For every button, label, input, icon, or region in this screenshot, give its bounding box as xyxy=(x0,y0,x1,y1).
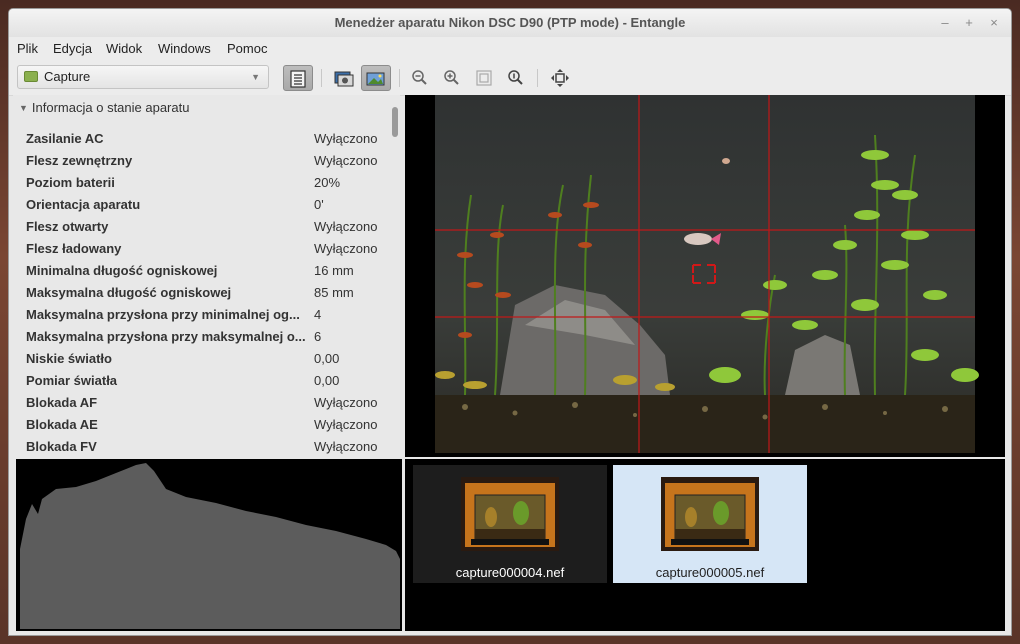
zoom-fit-button[interactable] xyxy=(469,65,499,91)
scrollbar-thumb[interactable] xyxy=(392,107,398,137)
camera-info-title: Informacja o stanie aparatu xyxy=(31,100,190,115)
property-key: Minimalna długość ogniskowej xyxy=(26,263,218,278)
thumbnail-filename: capture000005.nef xyxy=(655,565,765,580)
property-key: Blokada AE xyxy=(26,417,98,432)
fullscreen-icon xyxy=(551,69,569,87)
capture-button[interactable] xyxy=(329,65,359,91)
property-value: Wyłączono xyxy=(314,241,378,256)
property-row: Pomiar światła 0,00 xyxy=(26,370,386,392)
property-value: 6 xyxy=(314,329,322,344)
menu-plik[interactable]: Plik xyxy=(17,37,38,61)
property-row: Maksymalna przysłona przy minimalnej og.… xyxy=(26,304,386,326)
zoom-normal-button[interactable] xyxy=(501,65,531,91)
capture-thumbnail-strip: capture000004.nef capture000005.nef xyxy=(405,459,1005,631)
property-row: Minimalna długość ogniskowej 16 mm xyxy=(26,260,386,282)
property-key: Niskie światło xyxy=(26,351,112,366)
property-value: Wyłączono xyxy=(314,395,378,410)
zoom-in-button[interactable] xyxy=(437,65,467,91)
histogram-graph xyxy=(20,463,400,629)
aquarium-preview-image xyxy=(405,95,1005,457)
property-key: Pomiar światła xyxy=(26,373,118,388)
thumbnail-filename: capture000004.nef xyxy=(455,565,565,580)
property-value: 20% xyxy=(314,175,341,190)
property-key: Poziom baterii xyxy=(26,175,115,190)
property-row: Maksymalna przysłona przy maksymalnej o.… xyxy=(26,326,386,348)
preview-icon xyxy=(366,72,385,86)
property-row: Maksymalna długość ogniskowej 85 mm xyxy=(26,282,386,304)
property-value: 4 xyxy=(314,307,322,322)
property-value: Wyłączono xyxy=(314,417,378,432)
minimize-button[interactable]: – xyxy=(935,13,955,33)
property-row: Blokada AE Wyłączono xyxy=(26,414,386,436)
live-preview[interactable] xyxy=(405,95,1005,457)
camera-info-expander[interactable]: ▼ Informacja o stanie aparatu xyxy=(19,99,189,117)
property-row: Poziom baterii 20% xyxy=(26,172,386,194)
property-value: 0,00 xyxy=(314,373,340,388)
zoom-normal-icon xyxy=(508,70,523,85)
info-scrollbar[interactable] xyxy=(391,101,399,453)
menu-pomoc[interactable]: Pomoc xyxy=(227,37,267,61)
entangle-window: Menedżer aparatu Nikon DSC D90 (PTP mode… xyxy=(8,8,1012,636)
property-value: 0' xyxy=(314,197,324,212)
property-value: Wyłączono xyxy=(314,131,378,146)
thumbnail-image xyxy=(661,477,759,551)
settings-panel-button[interactable] xyxy=(283,65,313,91)
property-row: Orientacja aparatu 0' xyxy=(26,194,386,216)
property-row: Blokada AF Wyłączono xyxy=(26,392,386,414)
menu-widok[interactable]: Widok xyxy=(106,37,142,61)
property-row: Flesz ładowany Wyłączono xyxy=(26,238,386,260)
property-row: Flesz otwarty Wyłączono xyxy=(26,216,386,238)
property-key: Zasilanie AC xyxy=(26,131,104,146)
zoom-in-icon xyxy=(444,70,459,85)
property-value: Wyłączono xyxy=(314,219,378,234)
thumbnail-image xyxy=(461,477,559,551)
thumbnail-item[interactable]: capture000004.nef xyxy=(413,465,607,583)
property-key: Orientacja aparatu xyxy=(26,197,141,212)
title-bar[interactable]: Menedżer aparatu Nikon DSC D90 (PTP mode… xyxy=(9,9,1011,38)
property-row: Flesz zewnętrzny Wyłączono xyxy=(26,150,386,172)
thumbnail-item-selected[interactable]: capture000005.nef xyxy=(613,465,807,583)
session-combo[interactable]: Capture ▼ xyxy=(17,65,269,89)
chevron-down-icon: ▼ xyxy=(251,72,260,82)
session-combo-value: Capture xyxy=(44,69,91,84)
property-key: Flesz otwarty xyxy=(26,219,109,234)
toolbar: Capture ▼ xyxy=(9,61,1011,96)
property-value: 16 mm xyxy=(314,263,354,278)
property-key: Flesz zewnętrzny xyxy=(26,153,133,168)
property-row: Blokada FV Wyłączono xyxy=(26,436,386,455)
histogram xyxy=(16,459,402,631)
zoom-out-button[interactable] xyxy=(405,65,435,91)
property-key: Maksymalna przysłona przy minimalnej og.… xyxy=(26,307,300,322)
property-value: 0,00 xyxy=(314,351,340,366)
property-key: Maksymalna długość ogniskowej xyxy=(26,285,232,300)
menu-edycja[interactable]: Edycja xyxy=(53,37,92,61)
camera-info-panel: ▼ Informacja o stanie aparatu Zasilanie A… xyxy=(13,95,400,455)
property-value: 85 mm xyxy=(314,285,354,300)
close-button[interactable]: × xyxy=(984,13,1004,33)
menu-bar: Plik Edycja Widok Windows Pomoc xyxy=(9,37,1011,61)
property-value: Wyłączono xyxy=(314,439,378,454)
property-key: Flesz ładowany xyxy=(26,241,122,256)
menu-windows[interactable]: Windows xyxy=(158,37,211,61)
property-value: Wyłączono xyxy=(314,153,378,168)
fullscreen-button[interactable] xyxy=(545,65,575,91)
preview-button[interactable] xyxy=(361,65,391,91)
property-key: Maksymalna przysłona przy maksymalnej o.… xyxy=(26,329,306,344)
property-key: Blokada FV xyxy=(26,439,97,454)
property-row: Zasilanie AC Wyłączono xyxy=(26,128,386,150)
window-title: Menedżer aparatu Nikon DSC D90 (PTP mode… xyxy=(334,15,686,30)
folder-icon xyxy=(24,71,38,82)
zoom-fit-icon xyxy=(476,70,492,86)
maximize-button[interactable]: + xyxy=(959,13,979,33)
expander-triangle-icon: ▼ xyxy=(19,103,28,113)
property-row: Niskie światło 0,00 xyxy=(26,348,386,370)
property-key: Blokada AF xyxy=(26,395,98,410)
capture-icon xyxy=(334,71,354,87)
settings-panel-icon xyxy=(290,70,306,88)
zoom-out-icon xyxy=(412,70,427,85)
